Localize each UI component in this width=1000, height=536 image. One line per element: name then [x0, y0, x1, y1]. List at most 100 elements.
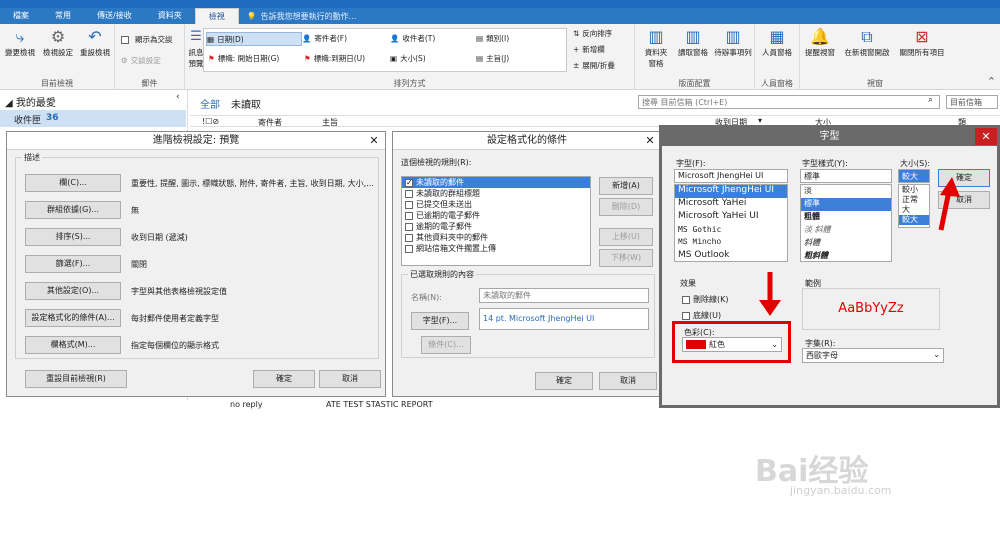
font-option[interactable]: Microsoft YaHei UI: [675, 211, 787, 224]
filter-button[interactable]: 篩選(F)...: [25, 255, 121, 273]
filter-unread[interactable]: 未讀取: [231, 96, 261, 111]
style-option[interactable]: 斜體: [801, 237, 891, 250]
col-subject[interactable]: 主旨: [322, 117, 338, 128]
arrange-date[interactable]: ▦ 日期(D): [206, 32, 302, 46]
tab-home[interactable]: 常用: [42, 8, 84, 24]
close-all-items-button[interactable]: ⊠ 關閉所有項目: [896, 28, 948, 58]
rule-checkbox[interactable]: [405, 189, 413, 198]
rule-checkbox[interactable]: [405, 244, 413, 253]
col-from[interactable]: 寄件者: [258, 117, 282, 128]
condition-button[interactable]: 條件(C)...: [421, 336, 471, 354]
close-icon[interactable]: ✕: [363, 132, 385, 149]
favorites-header[interactable]: ◢ 我的最愛: [5, 94, 56, 109]
arrange-size[interactable]: ▣ 大小(S): [390, 53, 426, 64]
font-option[interactable]: MS Mincho: [675, 237, 787, 250]
strikethrough-checkbox[interactable]: 刪除線(K): [682, 294, 729, 305]
filter-all[interactable]: 全部: [200, 96, 220, 111]
tab-file[interactable]: 檔案: [0, 8, 42, 24]
conditional-formatting-button[interactable]: 設定格式化的條件(A)...: [25, 309, 121, 327]
ok-button[interactable]: 確定: [253, 370, 315, 388]
other-settings-button[interactable]: 其他設定(O)...: [25, 282, 121, 300]
style-option[interactable]: 淡: [801, 185, 891, 198]
expand-collapse-button[interactable]: ± 展開/折疊: [573, 60, 615, 71]
cancel-button[interactable]: 取消: [599, 372, 657, 390]
font-size-list[interactable]: 較小 正常 大 較大: [898, 184, 930, 228]
change-view-button[interactable]: ⤷ 變更檢視: [2, 28, 38, 58]
size-option[interactable]: 較大: [899, 215, 929, 225]
font-option[interactable]: Microsoft YaHei: [675, 198, 787, 211]
move-down-button[interactable]: 下移(W): [599, 249, 653, 267]
font-button[interactable]: 字型(F)...: [411, 312, 469, 330]
font-style-list[interactable]: 淡 標準 粗體 淡 斜體 斜體 粗斜體: [800, 184, 892, 262]
font-size-input[interactable]: 較大: [898, 169, 930, 183]
delete-rule-button[interactable]: 刪除(D): [599, 198, 653, 216]
style-option[interactable]: 淡 斜體: [801, 224, 891, 237]
arrange-flag-due[interactable]: ⚑ 標幟:到期日(U): [304, 53, 365, 64]
rule-item[interactable]: 已逾期的電子郵件: [402, 210, 590, 221]
rule-checkbox[interactable]: [405, 177, 413, 188]
reset-view-button[interactable]: ↶ 重設檢視: [77, 28, 113, 58]
ok-button[interactable]: 確定: [535, 372, 593, 390]
conversation-settings-button[interactable]: ⚙ 交談設定: [121, 55, 161, 66]
rule-item[interactable]: 已提交但未送出: [402, 199, 590, 210]
underline-checkbox[interactable]: 底線(U): [682, 310, 721, 321]
style-option[interactable]: 標準: [801, 198, 891, 211]
arrange-from[interactable]: 👤 寄件者(F): [302, 33, 347, 44]
rule-item[interactable]: 未讀取的群組標題: [402, 188, 590, 199]
search-input[interactable]: 搜尋 目前信箱 (Ctrl+E): [638, 95, 940, 109]
group-by-button[interactable]: 群組依據(G)...: [25, 201, 121, 219]
cancel-button[interactable]: 取消: [319, 370, 381, 388]
reset-current-view-button[interactable]: 重設目前檢視(R): [25, 370, 127, 388]
color-dropdown[interactable]: 紅色 ⌄: [682, 337, 782, 352]
tell-me-box[interactable]: 💡 告訴我您想要執行的動作...: [247, 11, 357, 22]
columns-button[interactable]: 欄(C)...: [25, 174, 121, 192]
add-columns-button[interactable]: + 新增欄: [573, 44, 605, 55]
rule-item[interactable]: 其他資料夾中的郵件: [402, 232, 590, 243]
search-icon[interactable]: ⌕: [928, 95, 933, 105]
font-option[interactable]: MS Gothic: [675, 224, 787, 237]
tab-view[interactable]: 檢視: [194, 8, 239, 24]
style-option[interactable]: 粗體: [801, 211, 891, 224]
rule-item[interactable]: 未讀取的郵件: [402, 177, 590, 188]
open-new-window-button[interactable]: ⧉ 在新視窗開啟: [838, 28, 896, 58]
rule-checkbox[interactable]: [405, 211, 413, 220]
arrange-flag-start[interactable]: ⚑ 標幟: 開始日期(G): [208, 53, 279, 64]
rule-item[interactable]: 網站信箱文件擱置上傳: [402, 243, 590, 254]
font-list[interactable]: Microsoft JhengHei UI Microsoft YaHei Mi…: [674, 184, 788, 262]
format-columns-button[interactable]: 欄格式(M)...: [25, 336, 121, 354]
sort-button[interactable]: 排序(S)...: [25, 228, 121, 246]
move-up-button[interactable]: 上移(U): [599, 228, 653, 246]
size-option[interactable]: 較小: [899, 185, 929, 195]
folder-pane-button[interactable]: ▥ 資料夾 窗格: [639, 28, 673, 69]
arrange-subject[interactable]: ▤ 主旨(J): [476, 53, 509, 64]
size-option[interactable]: 正常: [899, 195, 929, 205]
tab-send-receive[interactable]: 傳送/接收: [84, 8, 145, 24]
style-option[interactable]: 粗斜體: [801, 250, 891, 261]
size-option[interactable]: 大: [899, 205, 929, 215]
rule-item[interactable]: 逾期的電子郵件: [402, 221, 590, 232]
reminders-button[interactable]: 🔔 提醒視窗: [802, 28, 838, 58]
rule-name-field[interactable]: 未讀取的郵件: [479, 288, 649, 303]
font-name-input[interactable]: Microsoft JhengHei UI: [674, 169, 788, 183]
collapse-nav-icon[interactable]: ‹: [176, 92, 180, 102]
script-dropdown[interactable]: 西歐字母 ⌄: [802, 348, 944, 363]
add-rule-button[interactable]: 新增(A): [599, 177, 653, 195]
mail-row[interactable]: no reply ATE TEST STASTIC REPORT: [190, 400, 670, 410]
view-settings-button[interactable]: ⚙ 檢視設定: [40, 28, 76, 58]
rules-list[interactable]: 未讀取的郵件 未讀取的群組標題 已提交但未送出 已逾期的電子郵件 逾期的電子郵件…: [401, 176, 591, 266]
collapse-ribbon-icon[interactable]: ^: [988, 76, 995, 85]
search-scope-dropdown[interactable]: 目前信箱: [946, 95, 998, 109]
font-style-input[interactable]: 標準: [800, 169, 892, 183]
font-option[interactable]: Microsoft JhengHei UI: [675, 185, 787, 198]
message-preview-button[interactable]: ☰ 訊息 預覽: [188, 28, 204, 69]
close-icon[interactable]: ✕: [639, 132, 661, 149]
people-pane-button[interactable]: ▦ 人員窗格: [758, 28, 796, 58]
arrange-categories[interactable]: ▤ 類別(I): [476, 33, 509, 44]
reading-pane-button[interactable]: ▥ 讀取窗格: [675, 28, 711, 58]
show-as-conversation-checkbox[interactable]: 顯示為交談: [121, 34, 173, 45]
todo-bar-button[interactable]: ▥ 待辦事項列: [713, 28, 753, 58]
inbox-item[interactable]: 收件匣 36: [0, 110, 186, 127]
rule-checkbox[interactable]: [405, 222, 413, 231]
font-option[interactable]: MS Outlook: [675, 250, 787, 261]
reverse-sort-button[interactable]: ⇅ 反向排序: [573, 28, 612, 39]
